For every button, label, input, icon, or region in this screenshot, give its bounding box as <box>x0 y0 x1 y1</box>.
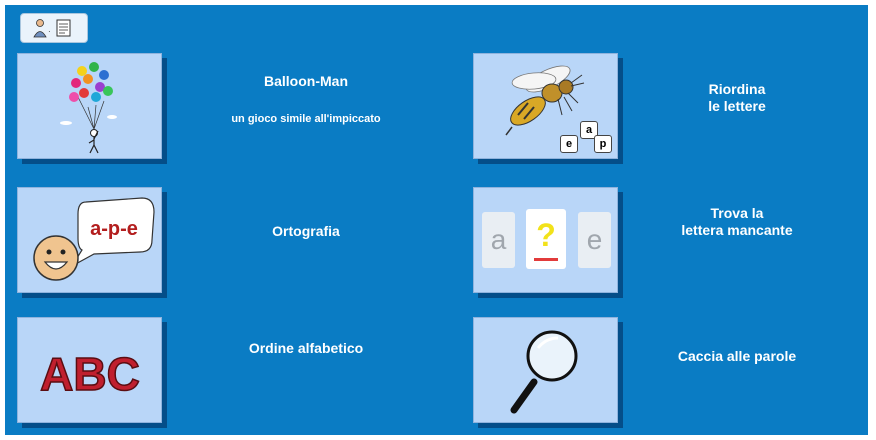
ortografia-title: Ortografia <box>272 223 340 239</box>
letter-a: a <box>482 212 515 268</box>
balloons-stick-figure-icon <box>59 62 117 154</box>
magnifying-glass-icon <box>510 330 577 414</box>
trova-title-line2: lettera mancante <box>681 222 793 238</box>
abc-icon: ABC <box>39 347 140 401</box>
riordina-lettere-card[interactable]: e a p <box>473 53 618 159</box>
trova-lettera-card[interactable]: a ? e <box>473 187 618 293</box>
riordina-title-line2: le lettere <box>708 98 766 114</box>
balloon-man-title: Balloon-Man <box>264 73 348 89</box>
missing-letter-icon: a ? e <box>474 187 617 293</box>
ordine-alfabetico-title: Ordine alfabetico <box>248 340 364 356</box>
letter-question: ? <box>526 209 566 269</box>
svg-text:ABC: ABC <box>40 348 140 400</box>
teacher-settings-icon: · <box>33 19 71 38</box>
riordina-title-line1: Riordina <box>708 81 766 97</box>
bubble-text: a-p-e <box>90 218 138 240</box>
caccia-parole-card[interactable] <box>473 317 618 423</box>
caccia-parole-title: Caccia alle parole <box>677 348 797 364</box>
letter-tile-e: e <box>560 135 578 153</box>
balloon-man-card[interactable] <box>17 53 162 159</box>
main-panel: · Balloon-Man un gioco simile all'impicc… <box>5 5 868 435</box>
balloon-man-subtitle: un gioco simile all'impiccato <box>231 113 381 125</box>
ordine-alfabetico-card[interactable]: ABC <box>17 317 162 423</box>
ortografia-card[interactable]: a-p-e <box>17 187 162 293</box>
letter-e: e <box>578 212 611 268</box>
spelling-speech-bubble-icon: a-p-e <box>32 197 155 281</box>
teacher-settings-button[interactable]: · <box>20 13 88 43</box>
trova-title-line1: Trova la <box>710 205 764 221</box>
letter-tile-p: p <box>594 135 612 153</box>
svg-text:·: · <box>48 27 51 36</box>
